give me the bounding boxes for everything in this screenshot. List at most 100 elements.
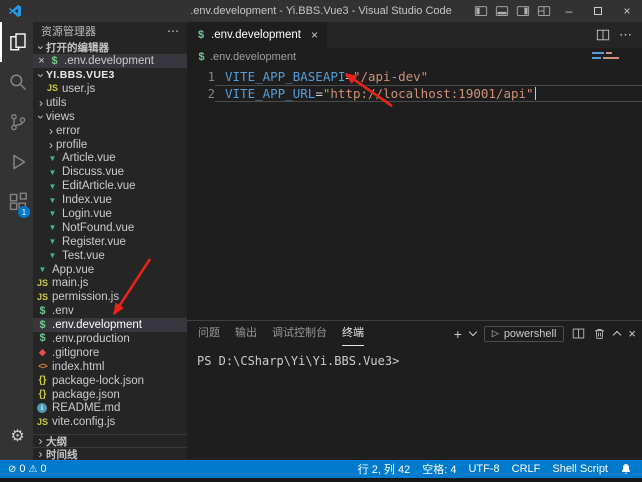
tree-file-permission.js[interactable]: JSpermission.js <box>33 290 187 304</box>
explorer-icon[interactable] <box>0 22 33 62</box>
project-section-header[interactable]: › YI.BBS.VUE3 <box>33 68 187 82</box>
problems-status[interactable]: ⊘ 0 ⚠ 0 <box>8 463 47 475</box>
html-file-icon: <> <box>36 360 49 373</box>
extensions-icon[interactable]: 1 <box>0 182 33 222</box>
panel-tab-problems[interactable]: 问题 <box>198 321 220 346</box>
extensions-badge: 1 <box>18 206 30 218</box>
warning-count: 0 <box>40 463 46 475</box>
tree-file-.gitignore[interactable]: ◆.gitignore <box>33 346 187 360</box>
breadcrumb-item[interactable]: .env.development <box>210 51 296 63</box>
tree-file-main.js[interactable]: JSmain.js <box>33 276 187 290</box>
open-editor-item[interactable]: × $ .env.development <box>33 54 187 68</box>
close-window-button[interactable]: × <box>616 0 638 22</box>
terminal[interactable]: PS D:\CSharp\Yi\Yi.BBS.Vue3> <box>187 346 642 368</box>
chevron-down-icon[interactable] <box>469 328 477 336</box>
tree-folder-error[interactable]: ›error <box>33 124 187 138</box>
tree-file-App.vue[interactable]: ▼App.vue <box>33 263 187 277</box>
code-line-2[interactable]: 2VITE_APP_URL="http://localhost:19001/ap… <box>187 85 642 102</box>
timeline-section[interactable]: › 时间线 <box>33 447 187 460</box>
panel-tab-output[interactable]: 输出 <box>235 321 257 346</box>
status-encoding[interactable]: UTF-8 <box>468 463 499 475</box>
code-line-1[interactable]: 1VITE_APP_BASEAPI="/api-dev" <box>187 68 642 85</box>
tree-file-Test.vue[interactable]: ▼Test.vue <box>33 249 187 263</box>
shell-file-icon: $ <box>36 305 49 318</box>
minimize-button[interactable]: – <box>558 0 580 22</box>
file-label: main.js <box>52 277 88 289</box>
tree-file-.env.development[interactable]: $.env.development <box>33 318 187 332</box>
file-label: Login.vue <box>62 208 112 220</box>
json-file-icon: {} <box>36 374 49 387</box>
run-debug-icon[interactable] <box>0 142 33 182</box>
split-terminal-icon[interactable] <box>572 327 585 340</box>
text-cursor <box>535 87 537 100</box>
project-name: YI.BBS.VUE3 <box>46 69 115 81</box>
tree-file-index.html[interactable]: <>index.html <box>33 360 187 374</box>
tab-env-development[interactable]: $ .env.development × <box>187 22 327 48</box>
shell-selector[interactable]: ▷ powershell <box>484 326 565 342</box>
vue-file-icon: ▼ <box>46 221 59 234</box>
more-actions-icon[interactable]: ⋯ <box>619 27 633 43</box>
tree-file-package.json[interactable]: {}package.json <box>33 388 187 402</box>
customize-layout-icon[interactable] <box>537 4 551 18</box>
tree-file-NotFound.vue[interactable]: ▼NotFound.vue <box>33 221 187 235</box>
tree-file-.env[interactable]: $.env <box>33 304 187 318</box>
search-icon[interactable] <box>0 62 33 102</box>
sidebar-header: 资源管理器 ⋯ <box>33 22 187 40</box>
notifications-bell-icon[interactable] <box>620 463 632 475</box>
panel-tab-terminal[interactable]: 终端 <box>342 321 364 346</box>
tree-file-Register.vue[interactable]: ▼Register.vue <box>33 235 187 249</box>
tree-file-user.js[interactable]: JSuser.js <box>33 82 187 96</box>
file-label: .env.development <box>52 319 142 331</box>
file-label: user.js <box>62 83 95 95</box>
tree-folder-profile[interactable]: ›profile <box>33 138 187 152</box>
panel-tab-debug-console[interactable]: 调试控制台 <box>272 321 327 346</box>
new-terminal-icon[interactable]: + <box>454 328 462 340</box>
file-label: index.html <box>52 361 104 373</box>
maximize-panel-icon[interactable] <box>613 331 621 339</box>
tree-file-.env.production[interactable]: $.env.production <box>33 332 187 346</box>
chevron-right-icon: › <box>35 449 46 460</box>
split-editor-icon[interactable] <box>596 28 610 42</box>
breadcrumb[interactable]: $ .env.development <box>187 48 642 66</box>
env-key: VITE_APP_BASEAPI <box>225 69 345 84</box>
tree-file-Article.vue[interactable]: ▼Article.vue <box>33 151 187 165</box>
more-actions-icon[interactable]: ⋯ <box>167 24 179 38</box>
file-label: App.vue <box>52 264 94 276</box>
close-panel-icon[interactable]: × <box>628 326 636 341</box>
tree-file-Index.vue[interactable]: ▼Index.vue <box>33 193 187 207</box>
outline-section[interactable]: › 大纲 <box>33 434 187 447</box>
vue-file-icon: ▼ <box>46 249 59 262</box>
toggle-panel-icon[interactable] <box>495 4 509 18</box>
tree-file-vite.config.js[interactable]: JSvite.config.js <box>33 415 187 429</box>
status-cursor-position[interactable]: 行 2, 列 42 <box>358 461 411 477</box>
close-tab-icon[interactable]: × <box>311 28 318 42</box>
open-editors-section[interactable]: › 打开的编辑器 <box>33 40 187 54</box>
code-editor[interactable]: 1VITE_APP_BASEAPI="/api-dev"2VITE_APP_UR… <box>187 66 642 320</box>
line-number: 1 <box>187 70 215 84</box>
tree-file-package-lock.json[interactable]: {}package-lock.json <box>33 374 187 388</box>
close-icon[interactable]: × <box>36 55 47 67</box>
shell-file-icon: $ <box>197 51 206 64</box>
kill-terminal-icon[interactable] <box>593 327 606 340</box>
status-language-mode[interactable]: Shell Script <box>552 463 608 475</box>
tree-folder-views[interactable]: ›views <box>33 110 187 124</box>
chevron-right-icon: › <box>35 436 46 447</box>
tree-file-EditArticle.vue[interactable]: ▼EditArticle.vue <box>33 179 187 193</box>
toggle-secondary-sidebar-icon[interactable] <box>516 4 530 18</box>
tree-file-Login.vue[interactable]: ▼Login.vue <box>33 207 187 221</box>
vue-file-icon: ▼ <box>36 263 49 276</box>
tree-file-Discuss.vue[interactable]: ▼Discuss.vue <box>33 165 187 179</box>
tree-file-README.md[interactable]: iREADME.md <box>33 401 187 415</box>
panel-tabs: 问题输出调试控制台终端 <box>198 321 379 346</box>
source-control-icon[interactable] <box>0 102 33 142</box>
shell-file-icon: $ <box>196 29 206 42</box>
status-eol[interactable]: CRLF <box>512 463 541 475</box>
toggle-sidebar-icon[interactable] <box>474 4 488 18</box>
status-right: 行 2, 列 42 空格: 4 UTF-8 CRLF Shell Script <box>358 461 642 477</box>
env-value: "http://localhost:19001/api" <box>323 86 534 101</box>
maximize-button[interactable] <box>587 0 609 22</box>
vue-file-icon: ▼ <box>46 194 59 207</box>
status-indentation[interactable]: 空格: 4 <box>422 461 456 477</box>
tree-folder-utils[interactable]: ›utils <box>33 96 187 110</box>
settings-gear-icon[interactable]: ⚙ <box>0 416 33 456</box>
